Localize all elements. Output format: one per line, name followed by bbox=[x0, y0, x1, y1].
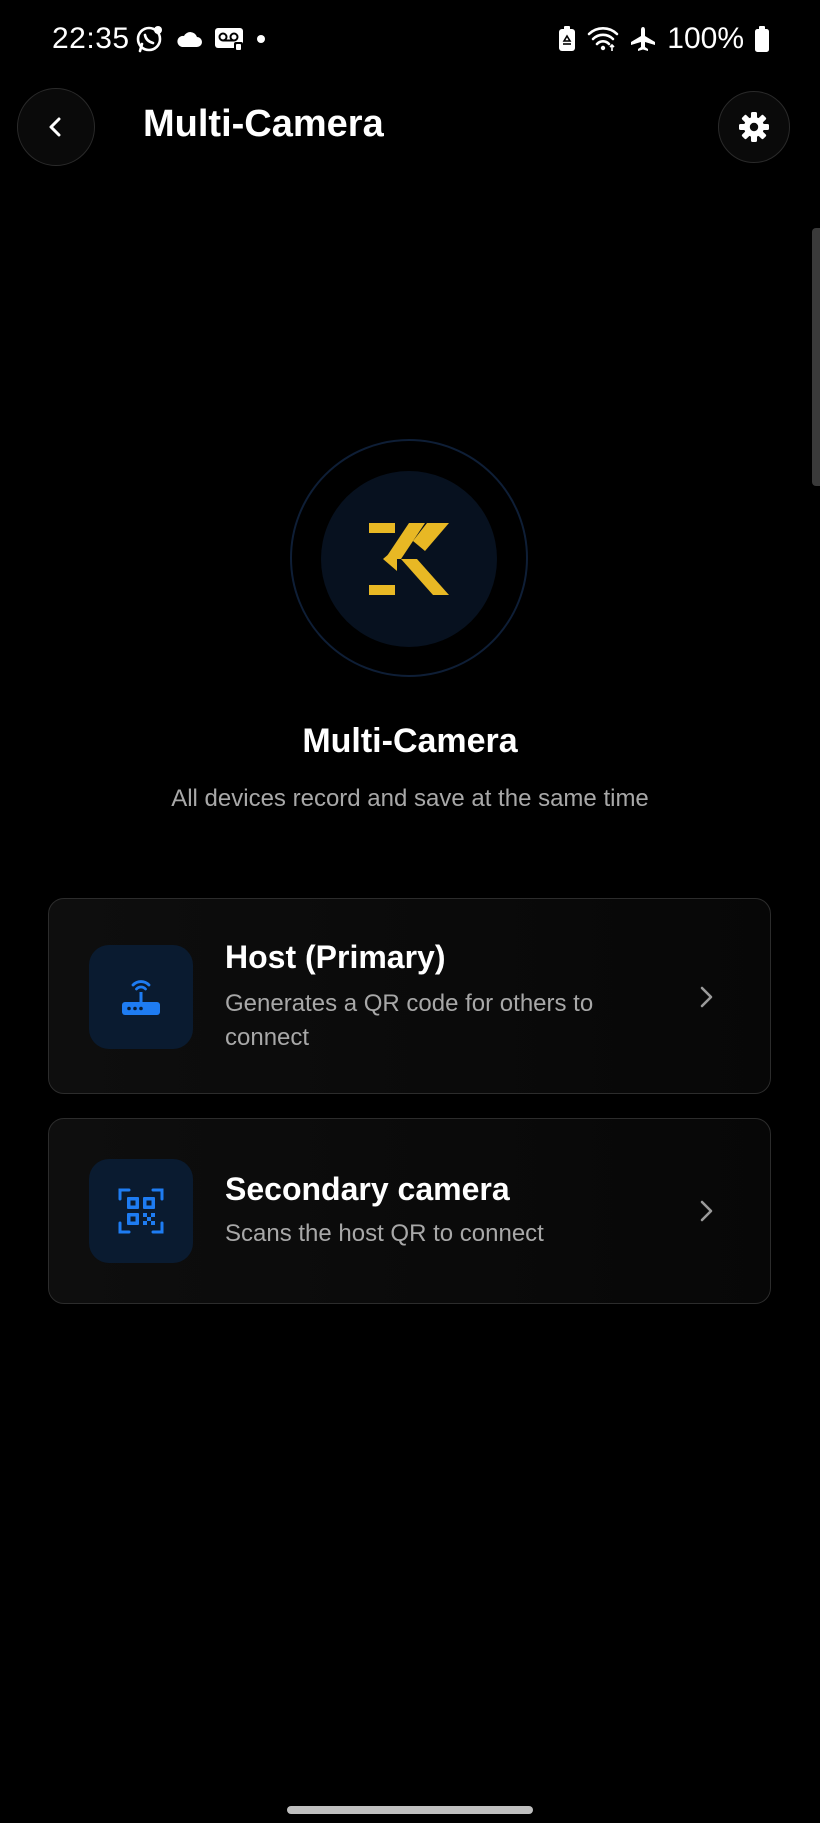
host-option-card[interactable]: Host (Primary) Generates a QR code for o… bbox=[48, 898, 771, 1094]
hero-title: Multi-Camera bbox=[302, 722, 518, 760]
status-time: 22:35 bbox=[52, 22, 130, 55]
host-icon-box bbox=[89, 945, 193, 1049]
voicemail-icon bbox=[215, 28, 243, 51]
status-bar: 22:35 100% bbox=[0, 0, 820, 80]
brand-k-logo bbox=[369, 523, 449, 595]
wifi-icon bbox=[587, 27, 619, 51]
gesture-navigation-bar[interactable] bbox=[287, 1806, 533, 1814]
whatsapp-icon bbox=[136, 26, 162, 53]
secondary-option-card[interactable]: Secondary camera Scans the host QR to co… bbox=[48, 1118, 771, 1304]
battery-percentage: 100% bbox=[667, 22, 744, 55]
dot-icon bbox=[257, 35, 265, 43]
status-system-icons: 100% bbox=[557, 22, 770, 56]
host-option-title: Host (Primary) bbox=[225, 939, 446, 975]
battery-saver-icon bbox=[559, 26, 576, 51]
secondary-option-title: Secondary camera bbox=[225, 1171, 510, 1207]
chevron-right-icon bbox=[700, 986, 713, 1008]
gear-icon bbox=[739, 112, 769, 142]
cloud-icon bbox=[177, 32, 202, 47]
secondary-icon-box bbox=[89, 1159, 193, 1263]
logo-circle bbox=[321, 471, 497, 647]
chevron-right-icon bbox=[700, 1200, 713, 1222]
page-title: Multi-Camera bbox=[143, 103, 384, 145]
secondary-option-description: Scans the host QR to connect bbox=[225, 1220, 544, 1247]
scrollbar-thumb[interactable] bbox=[812, 228, 820, 486]
status-notification-icons bbox=[134, 24, 268, 54]
chevron-left-icon bbox=[49, 117, 61, 137]
back-button[interactable] bbox=[17, 88, 95, 166]
airplane-icon bbox=[631, 27, 656, 51]
settings-button[interactable] bbox=[718, 91, 790, 163]
qr-scan-icon bbox=[118, 1188, 164, 1234]
host-option-description: Generates a QR code for others to connec… bbox=[225, 990, 594, 1051]
router-icon bbox=[122, 980, 160, 1015]
hero-subtitle: All devices record and save at the same … bbox=[171, 785, 649, 812]
battery-icon bbox=[755, 26, 769, 52]
